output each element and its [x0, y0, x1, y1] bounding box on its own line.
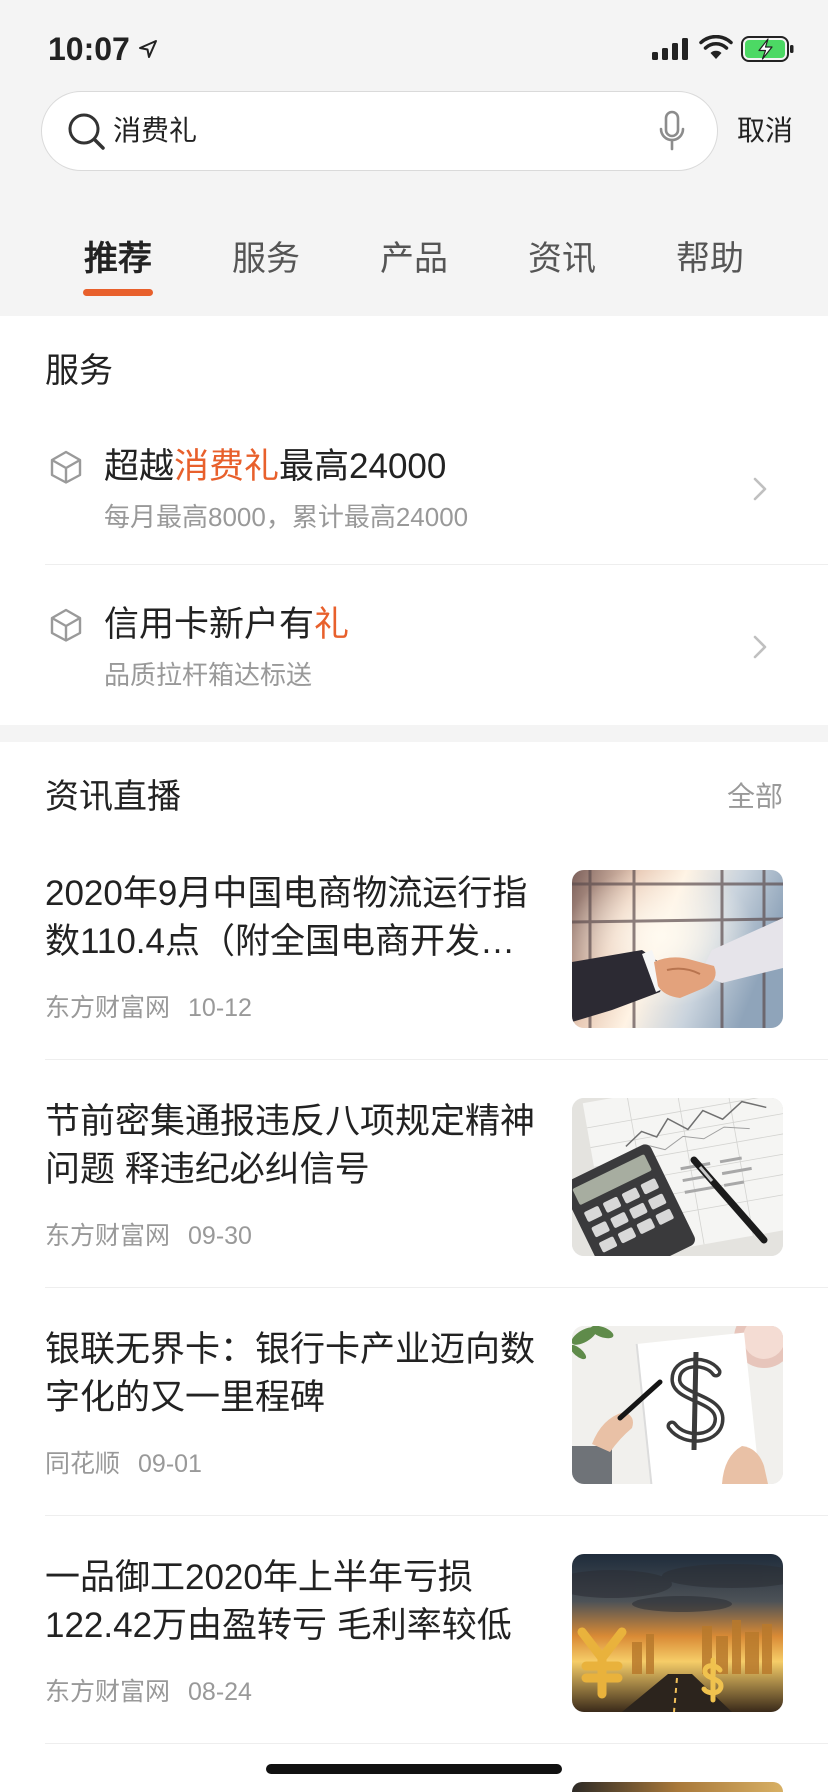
dollar-sketch-thumbnail[interactable]: [572, 1326, 783, 1484]
news-title-line: 节前密集通报违反八项规定精神: [45, 1102, 536, 1141]
cube-icon: [50, 608, 82, 642]
news-title: 2020年9月中国电商物流运行指 数110.4点（附全国电商开发…: [45, 870, 555, 966]
news-source: 同花顺: [45, 1450, 121, 1478]
search-input[interactable]: 消费礼: [113, 111, 633, 151]
news-source: 东方财富网: [45, 994, 171, 1022]
news-title-line: 银联无界卡：银行卡产业迈向数: [45, 1330, 536, 1369]
service-title: 信用卡新户有礼: [104, 604, 349, 646]
section-title: 服务: [45, 352, 113, 390]
news-source: 东方财富网: [45, 1222, 171, 1250]
tab-help[interactable]: 帮助: [636, 236, 784, 282]
service-title-text: 超越: [104, 447, 175, 486]
news-section: 资讯直播 全部 2020年9月中国电商物流运行指 数110.4点（附全国电商开发…: [0, 742, 828, 1792]
calculator-chart-thumbnail[interactable]: [572, 1098, 783, 1256]
tab-recommended[interactable]: 推荐: [44, 236, 192, 282]
service-item[interactable]: 超越消费礼最高24000 每月最高8000，累计最高24000: [0, 407, 828, 565]
handshake-thumbnail[interactable]: [572, 870, 783, 1028]
news-item[interactable]: 2020年9月中国电商物流运行指 数110.4点（附全国电商开发… 东方财富网 1…: [0, 832, 828, 1060]
services-section: 服务 超越消费礼最高24000 每月最高8000，累计最高24000 信用卡新户…: [0, 316, 828, 725]
news-title-line: 一品御工2020年上半年亏损: [45, 1558, 473, 1597]
search-icon: [68, 113, 105, 150]
microphone-icon[interactable]: [658, 110, 686, 152]
news-title: 一品御工2020年上半年亏损 122.42万由盈转亏 毛利率较低: [45, 1554, 555, 1650]
chevron-right-icon: [753, 635, 767, 659]
service-title-text: 信用卡新户有: [104, 605, 315, 644]
battery-charging-icon: [741, 36, 794, 62]
signal-icon: [652, 38, 688, 60]
news-meta: 东方财富网 08-24: [45, 1675, 252, 1709]
search-highlight: 礼: [314, 605, 350, 644]
news-date: 10-12: [188, 994, 252, 1022]
service-title: 超越消费礼最高24000: [104, 446, 446, 488]
golden-currency-city-thumbnail[interactable]: [572, 1554, 783, 1712]
news-source: 东方财富网: [45, 1678, 171, 1706]
service-item[interactable]: 信用卡新户有礼 品质拉杆箱达标送: [0, 565, 828, 723]
news-date: 08-24: [188, 1678, 252, 1706]
cancel-button[interactable]: 取消: [737, 111, 793, 151]
tab-products[interactable]: 产品: [340, 236, 488, 282]
partial-news-thumbnail[interactable]: [572, 1782, 783, 1792]
status-time: 10:07: [48, 31, 130, 67]
service-subtitle: 品质拉杆箱达标送: [104, 660, 313, 690]
home-indicator[interactable]: [266, 1764, 562, 1774]
service-subtitle: 每月最高8000，累计最高24000: [104, 502, 469, 532]
section-title: 资讯直播: [45, 778, 181, 816]
wifi-icon: [699, 35, 733, 59]
news-title-line: 字化的又一里程碑: [45, 1378, 326, 1417]
active-tab-indicator: [83, 289, 153, 296]
news-title-line: 问题 释违纪必纠信号: [45, 1150, 370, 1189]
news-title-line: 122.42万由盈转亏 毛利率较低: [45, 1606, 512, 1645]
news-item[interactable]: 一品御工2020年上半年亏损 122.42万由盈转亏 毛利率较低 东方财富网 08…: [0, 1516, 828, 1744]
news-title-line: 数110.4点（附全国电商开发…: [45, 922, 515, 961]
news-item[interactable]: 节前密集通报违反八项规定精神 问题 释违纪必纠信号 东方财富网 09-30: [0, 1060, 828, 1288]
chevron-right-icon: [753, 477, 767, 501]
news-meta: 东方财富网 09-30: [45, 1219, 252, 1253]
service-title-text: 最高24000: [279, 447, 447, 486]
cube-icon: [50, 450, 82, 484]
location-arrow-icon: [139, 40, 157, 58]
news-date: 09-01: [138, 1450, 202, 1478]
news-meta: 东方财富网 10-12: [45, 991, 252, 1025]
view-all-link[interactable]: 全部: [727, 779, 783, 815]
news-date: 09-30: [188, 1222, 252, 1250]
news-meta: 同花顺 09-01: [45, 1447, 202, 1481]
tab-bar: 推荐 服务 产品 资讯 帮助: [44, 236, 784, 282]
news-title-line: 2020年9月中国电商物流运行指: [45, 874, 528, 913]
search-highlight: 消费礼: [174, 447, 280, 486]
tab-news[interactable]: 资讯: [488, 236, 636, 282]
news-title: 节前密集通报违反八项规定精神 问题 释违纪必纠信号: [45, 1098, 555, 1194]
tab-services[interactable]: 服务: [192, 236, 340, 282]
news-item[interactable]: 银联无界卡：银行卡产业迈向数 字化的又一里程碑 同花顺 09-01: [0, 1288, 828, 1516]
news-title: 银联无界卡：银行卡产业迈向数 字化的又一里程碑: [45, 1326, 555, 1422]
